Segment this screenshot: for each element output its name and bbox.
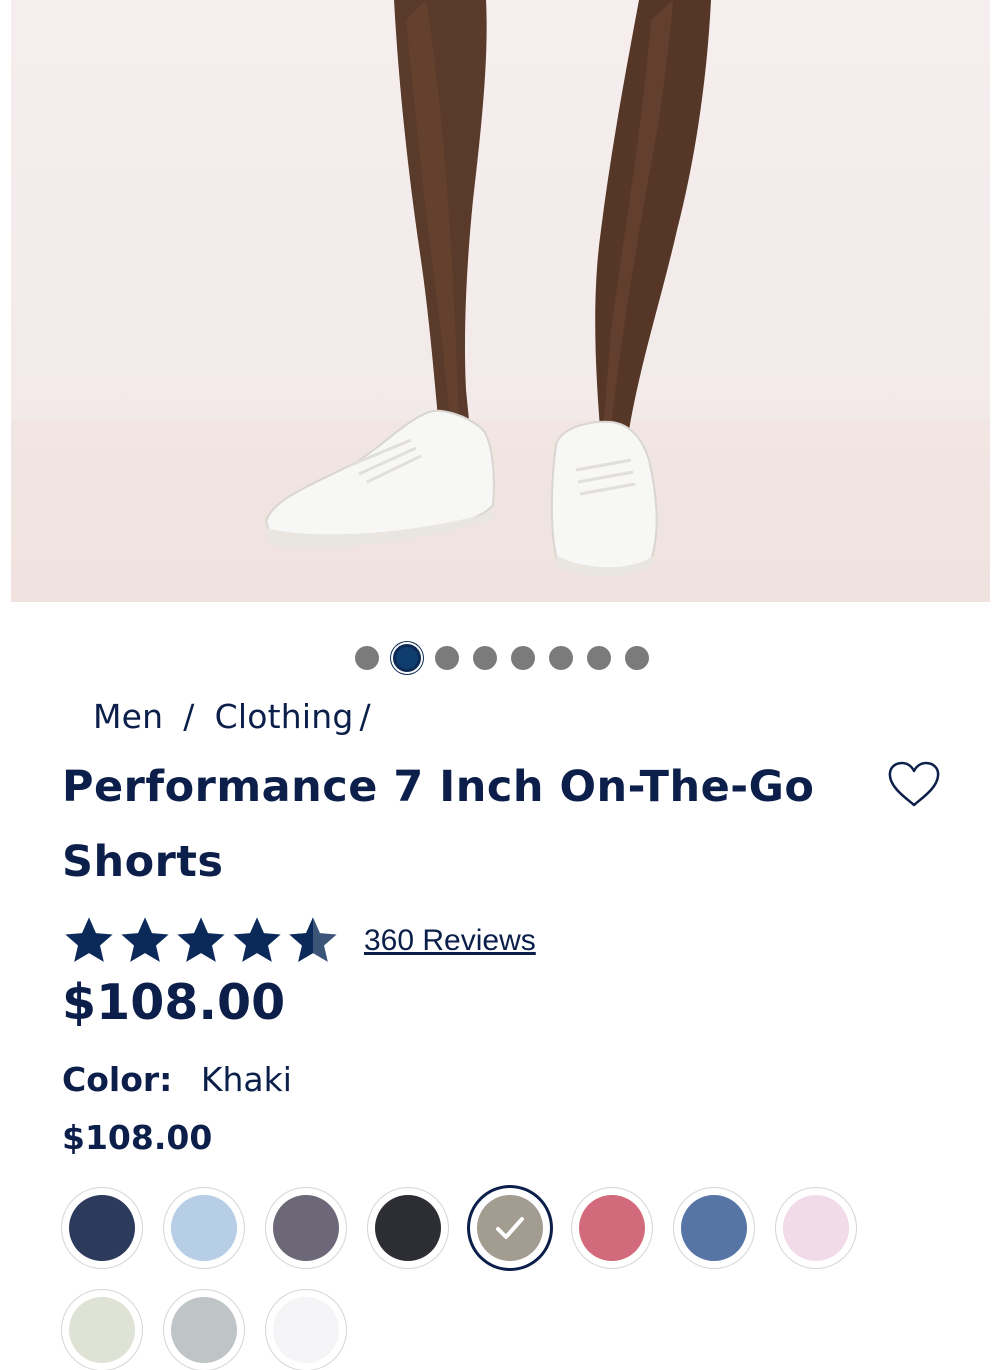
swatch-color-fill — [477, 1195, 543, 1261]
carousel-dot-3[interactable] — [435, 646, 459, 670]
selected-variant-price: $108.00 — [62, 1118, 213, 1157]
color-swatch-grey[interactable] — [164, 1290, 244, 1370]
carousel-dot-1[interactable] — [355, 646, 379, 670]
color-value: Khaki — [200, 1060, 292, 1099]
color-swatch-pink-red[interactable] — [572, 1188, 652, 1268]
swatch-color-fill — [171, 1195, 237, 1261]
swatch-color-fill — [69, 1195, 135, 1261]
rating-row: 360 Reviews — [62, 914, 536, 968]
color-swatch-light-blue[interactable] — [164, 1188, 244, 1268]
swatch-color-fill — [69, 1297, 135, 1363]
star-full-icon — [121, 917, 169, 962]
reviews-link[interactable]: 360 Reviews — [364, 924, 536, 958]
rating-stars — [62, 914, 340, 968]
star-full-icon — [65, 917, 113, 962]
swatch-color-fill — [681, 1195, 747, 1261]
model-legs-illustration — [264, 0, 711, 577]
star-full-icon — [233, 917, 281, 962]
color-label: Color: — [62, 1060, 173, 1099]
color-swatch-charcoal-purple[interactable] — [266, 1188, 346, 1268]
swatch-color-fill — [171, 1297, 237, 1363]
product-price: $108.00 — [62, 974, 286, 1031]
checkmark-icon — [496, 1217, 524, 1239]
swatch-color-fill — [579, 1195, 645, 1261]
color-swatch-khaki[interactable] — [470, 1188, 550, 1268]
breadcrumb-clothing[interactable]: Clothing — [215, 697, 354, 736]
star-half-icon — [289, 917, 337, 962]
carousel-dot-2-active[interactable] — [393, 644, 421, 672]
product-title-line1: Performance 7 Inch On-The-Go — [62, 762, 815, 812]
product-title-line2: Shorts — [62, 837, 224, 887]
color-swatch-blue[interactable] — [674, 1188, 754, 1268]
color-swatch-navy[interactable] — [62, 1188, 142, 1268]
color-swatch-white[interactable] — [266, 1290, 346, 1370]
star-full-icon — [177, 917, 225, 962]
swatch-color-fill — [273, 1297, 339, 1363]
color-selection-label: Color: Khaki — [62, 1060, 292, 1099]
breadcrumb-separator-trailing: / — [359, 697, 371, 736]
carousel-dot-5[interactable] — [511, 646, 535, 670]
carousel-dot-4[interactable] — [473, 646, 497, 670]
color-swatch-light-pink[interactable] — [776, 1188, 856, 1268]
product-image[interactable] — [11, 0, 990, 602]
carousel-dot-8[interactable] — [625, 646, 649, 670]
breadcrumb: Men / Clothing / — [93, 697, 371, 736]
wishlist-heart-icon[interactable] — [886, 760, 942, 810]
color-swatch-black[interactable] — [368, 1188, 448, 1268]
carousel-dots — [355, 644, 649, 672]
carousel-dot-7[interactable] — [587, 646, 611, 670]
carousel-dot-6[interactable] — [549, 646, 573, 670]
swatch-color-fill — [783, 1195, 849, 1261]
breadcrumb-men[interactable]: Men — [93, 697, 163, 736]
product-title: Performance 7 Inch On-The-Go Shorts — [62, 750, 842, 900]
swatch-color-fill — [273, 1195, 339, 1261]
swatch-color-fill — [375, 1195, 441, 1261]
color-swatch-sage[interactable] — [62, 1290, 142, 1370]
breadcrumb-separator: / — [183, 697, 195, 736]
